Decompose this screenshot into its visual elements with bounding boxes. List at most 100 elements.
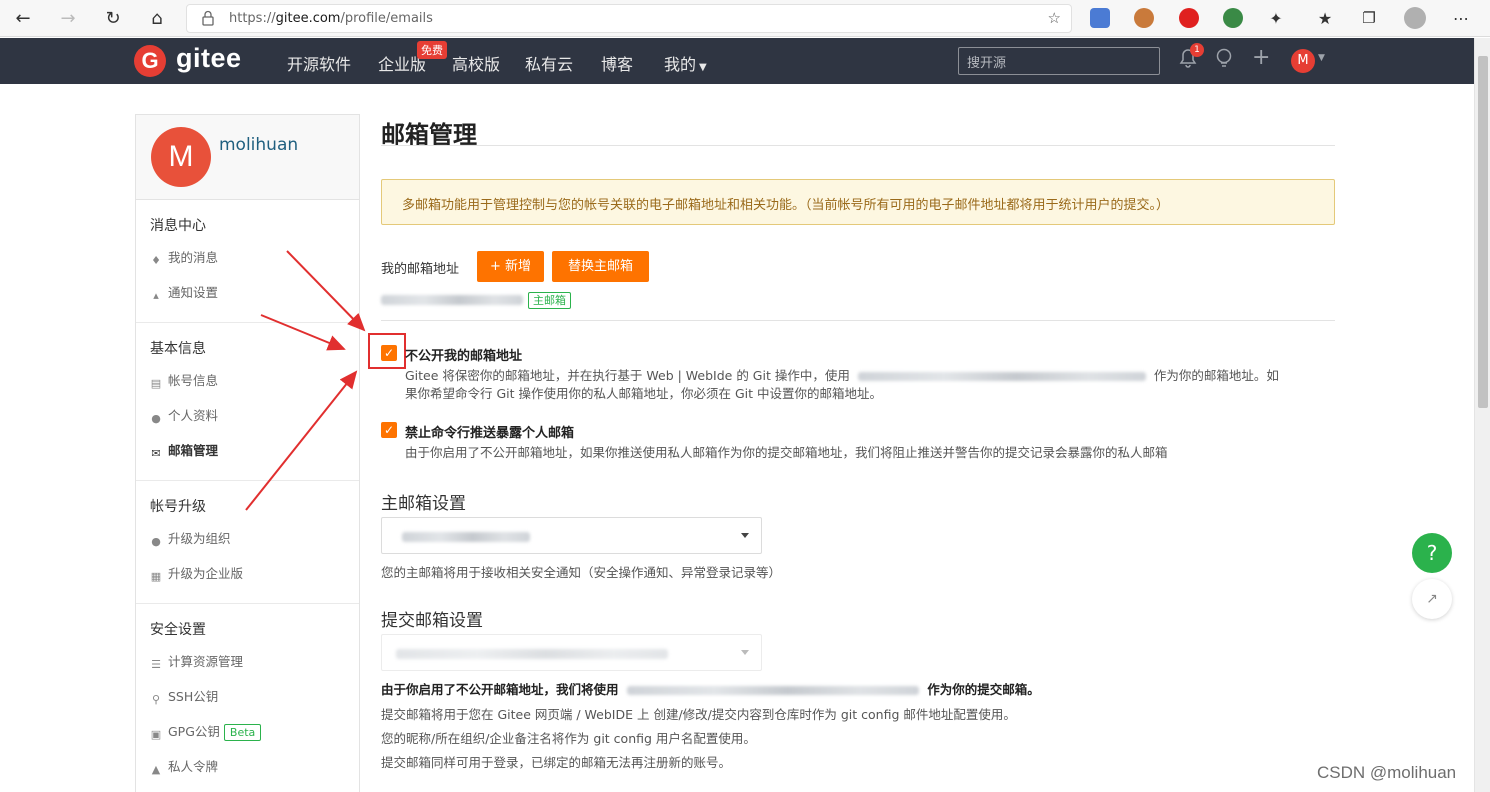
primary-email-tag: 主邮箱 [528,292,571,309]
redacted-email [381,295,523,305]
favorites-icon[interactable]: ★ [1312,6,1338,30]
section-title: 基本信息 [150,341,206,357]
sidebar-item-email-management[interactable]: ✉ 邮箱管理 [136,439,359,474]
nav-blog[interactable]: 博客 [601,51,633,75]
sidebar-item-upgrade-organization[interactable]: ● 升级为组织 [136,527,359,562]
puzzle-icon[interactable]: ✦ [1263,6,1289,30]
more-icon[interactable]: ⋯ [1448,6,1474,30]
bell-icon: ♦ [151,254,161,267]
sidebar-item-private-tokens[interactable]: ▲ 私人令牌 [136,755,359,790]
sidebar-item-compute-resources[interactable]: ☰ 计算资源管理 [136,650,359,685]
commit-email-setting-title: 提交邮箱设置 [381,611,483,631]
gitee-logo-text[interactable]: gitee [176,43,242,74]
search-input[interactable]: 搜开源 [958,47,1160,75]
sidebar-item-profile[interactable]: ● 个人资料 [136,404,359,439]
redacted-noreply-email [626,686,919,695]
section-security: 安全设置 ☰ 计算资源管理 ⚲ SSH公钥 ▣ GPG公钥 Beta ▲ 私人令牌 [136,604,359,792]
my-email-label: 我的邮箱地址 [381,262,460,277]
speaker-icon: ▴ [153,289,159,302]
nav-education[interactable]: 高校版 [452,51,500,75]
forward-icon[interactable]: → [55,6,81,30]
free-badge: 免费 [417,41,447,59]
site-header: G gitee 开源软件 企业版 免费 高校版 私有云 博客 我的 ▼ 搜开源 1… [0,38,1474,84]
help-button[interactable]: ? [1412,533,1452,573]
section-title: 安全设置 [150,622,206,638]
page-scrollbar[interactable] [1474,38,1490,792]
address-bar[interactable]: https://gitee.com/profile/emails ☆ [186,4,1072,33]
avatar[interactable]: M [151,127,211,187]
section-upgrade: 帐号升级 ● 升级为组织 ▦ 升级为企业版 [136,481,359,604]
commit-email-notice: 由于你启用了不公开邮箱地址，我们将使用 作为你的提交邮箱。 [381,682,1040,697]
section-messages: 消息中心 ♦ 我的消息 ▴ 通知设置 [136,200,359,323]
chevron-down-icon [741,533,749,538]
user-avatar[interactable]: M [1291,49,1315,73]
id-card-icon: ▤ [150,377,162,390]
collections-icon[interactable]: ❐ [1356,6,1382,30]
watermark: CSDN @molihuan [1317,763,1457,782]
section-title: 帐号升级 [150,499,206,515]
beta-badge: Beta [223,724,262,741]
notification-badge: 1 [1190,43,1204,57]
commit-email-select[interactable] [381,634,762,671]
avatar-caret-icon[interactable]: ▼ [1318,53,1325,63]
primary-email-setting-title: 主邮箱设置 [381,494,466,514]
profile-header: M molihuan [136,115,359,200]
sidebar-item-ssh-keys[interactable]: ⚲ SSH公钥 [136,685,359,720]
add-email-button[interactable]: + 新增 [477,251,544,282]
profile-icon[interactable] [1404,7,1426,29]
divider [381,145,1335,146]
translate-icon[interactable] [1090,8,1110,28]
settings-sidebar: M molihuan 消息中心 ♦ 我的消息 ▴ 通知设置 基本信息 ▤ 帐号信息 ●… [135,114,360,792]
plus-icon[interactable]: + [1252,45,1270,70]
hide-email-checkbox[interactable]: ✓ [381,345,397,361]
sidebar-item-my-messages[interactable]: ♦ 我的消息 [136,246,359,281]
back-icon[interactable]: ← [10,6,36,30]
lightbulb-icon[interactable] [1215,48,1233,75]
commit-email-help-3: 提交邮箱同样可用于登录，已绑定的邮箱无法再注册新的账号。 [381,755,732,770]
redacted-email [396,649,668,659]
browser-toolbar: ← → ↻ ⌂ https://gitee.com/profile/emails… [0,0,1490,37]
info-notice: 多邮箱功能用于管理控制与您的帐号关联的电子邮箱地址和相关功能。（当前帐号所有可用… [381,179,1335,225]
nav-private-cloud[interactable]: 私有云 [525,51,573,75]
scrollbar-thumb[interactable] [1478,56,1488,408]
block-push-checkbox[interactable]: ✓ [381,422,397,438]
replace-primary-email-button[interactable]: 替换主邮箱 [552,251,649,282]
nav-mine[interactable]: 我的 ▼ [664,51,707,75]
sidebar-item-upgrade-enterprise[interactable]: ▦ 升级为企业版 [136,562,359,597]
url-text: https://gitee.com/profile/emails [229,11,433,26]
block-push-title: 禁止命令行推送暴露个人邮箱 [405,426,575,441]
extension-icon[interactable] [1223,8,1243,28]
caret-down-icon: ▼ [699,62,707,73]
lock-icon [202,10,214,26]
home-icon[interactable]: ⌂ [144,6,170,30]
server-icon: ☰ [151,658,161,671]
gitee-logo-icon[interactable]: G [134,45,166,77]
building-icon: ▦ [150,570,162,583]
commit-email-help-2: 您的昵称/所在组织/企业备注名将作为 git config 用户名配置使用。 [381,731,756,746]
redacted-noreply-email [857,372,1146,381]
primary-email-help: 您的主邮箱将用于接收相关安全通知（安全操作通知、异常登录记录等） [381,565,782,580]
share-icon[interactable]: ↗ [1412,579,1452,619]
redacted-email [402,532,530,542]
reload-icon[interactable]: ↻ [100,6,126,30]
favorite-star-icon[interactable]: ☆ [1048,9,1061,27]
hide-email-title: 不公开我的邮箱地址 [405,349,523,364]
section-title: 消息中心 [150,218,206,234]
username-link[interactable]: molihuan [219,135,298,155]
sidebar-item-gpg-keys[interactable]: ▣ GPG公钥 Beta [136,720,359,755]
users-icon: ● [151,535,161,548]
divider [381,320,1335,321]
commit-email-help-1: 提交邮箱将用于您在 Gitee 网页端 / WebIDE 上 创建/修改/提交内… [381,707,1016,722]
chevron-down-icon [741,650,749,655]
sidebar-item-notification-settings[interactable]: ▴ 通知设置 [136,281,359,316]
sidebar-item-account-info[interactable]: ▤ 帐号信息 [136,369,359,404]
key-icon: ⚲ [151,693,161,706]
primary-email-select[interactable] [381,517,762,554]
hide-email-description: Gitee 将保密你的邮箱地址，并在执行基于 Web | WebIde 的 Gi… [405,368,1279,401]
nav-open-source[interactable]: 开源软件 [287,51,351,75]
section-basic-info: 基本信息 ▤ 帐号信息 ● 个人资料 ✉ 邮箱管理 [136,323,359,481]
extension-icon[interactable] [1134,8,1154,28]
opera-icon[interactable] [1179,8,1199,28]
lock-icon: ▣ [150,728,162,741]
envelope-icon: ✉ [151,447,161,460]
